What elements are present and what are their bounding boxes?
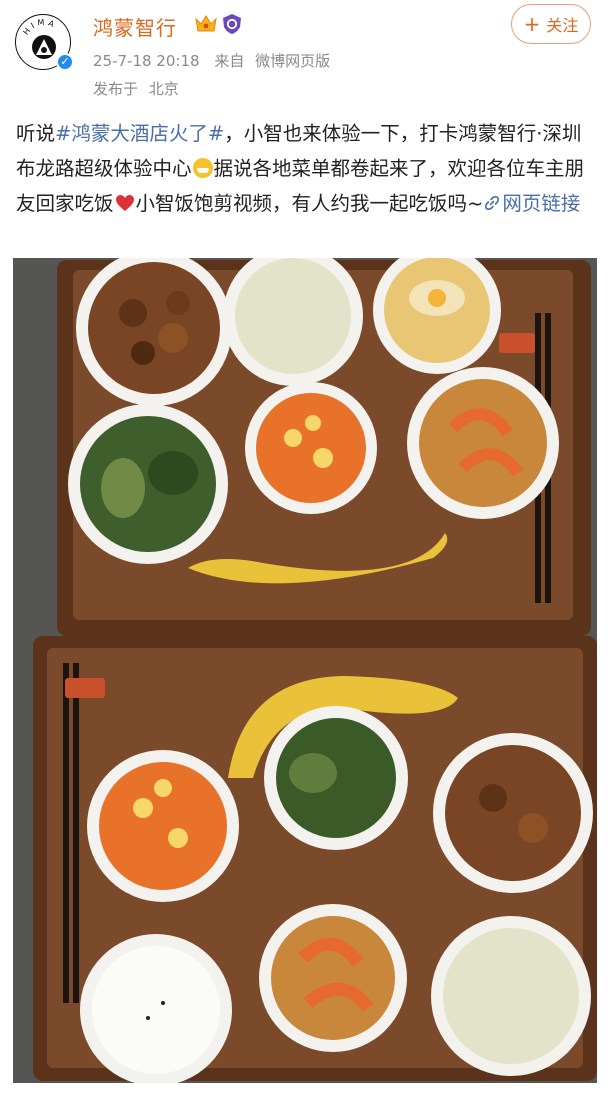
post-text-part: 小智饭饱剪视频，有人约我一起吃饭吗~ [135,192,484,215]
source-prefix: 来自 [214,52,245,70]
bowl-greens [68,404,228,564]
post-source: 微博网页版 [255,52,331,70]
grin-emoji-icon [192,158,213,178]
level-shield-badge-icon[interactable] [221,13,243,35]
bowl-carrot-egg-2 [87,750,239,902]
follow-button[interactable]: + 关注 [511,4,591,44]
red-heart-emoji-icon [115,195,134,211]
plus-icon: + [523,12,541,36]
web-link-label: 网页链接 [502,192,581,215]
post-photo[interactable] [13,258,597,1083]
post-header: HIMA ✓ 鸿蒙智行 25-7-18 20:18 来自 微博网页版 发布于 北… [0,0,610,105]
bowl-carrot-egg [245,382,377,514]
web-link[interactable]: 网页链接 [483,192,580,215]
post-text: 听说#鸿蒙大酒店火了#，小智也来体验一下，打卡鸿蒙智行·深圳布龙路超级体验中心据… [16,116,596,221]
bowl-braised-pork-2 [433,733,593,893]
hashtag-link[interactable]: #鸿蒙大酒店火了# [55,122,224,145]
bowl-congee-2 [431,916,591,1076]
bowl-greens-2 [264,706,408,850]
crown-badge-icon[interactable] [194,13,218,35]
post-text-part: 听说 [16,122,56,145]
post-location-line: 发布于 北京 [93,78,179,99]
post-date: 25-7-18 20:18 [93,52,200,70]
follow-button-label: 关注 [546,16,579,35]
location-prefix: 发布于 [93,80,139,98]
svg-text:HIMA: HIMA [21,18,58,37]
bowl-garlic-shrimp [407,367,559,519]
post-location: 北京 [148,80,179,98]
link-icon [485,196,500,210]
bowl-garlic-shrimp-2 [259,904,407,1052]
account-name[interactable]: 鸿蒙智行 [93,12,177,41]
post-meta-line: 25-7-18 20:18 来自 微博网页版 [93,50,330,71]
meal-trays-image [13,258,597,1083]
avatar-text: HIMA [21,18,55,37]
verified-badge-icon: ✓ [56,53,74,71]
bowl-rice [80,934,232,1083]
